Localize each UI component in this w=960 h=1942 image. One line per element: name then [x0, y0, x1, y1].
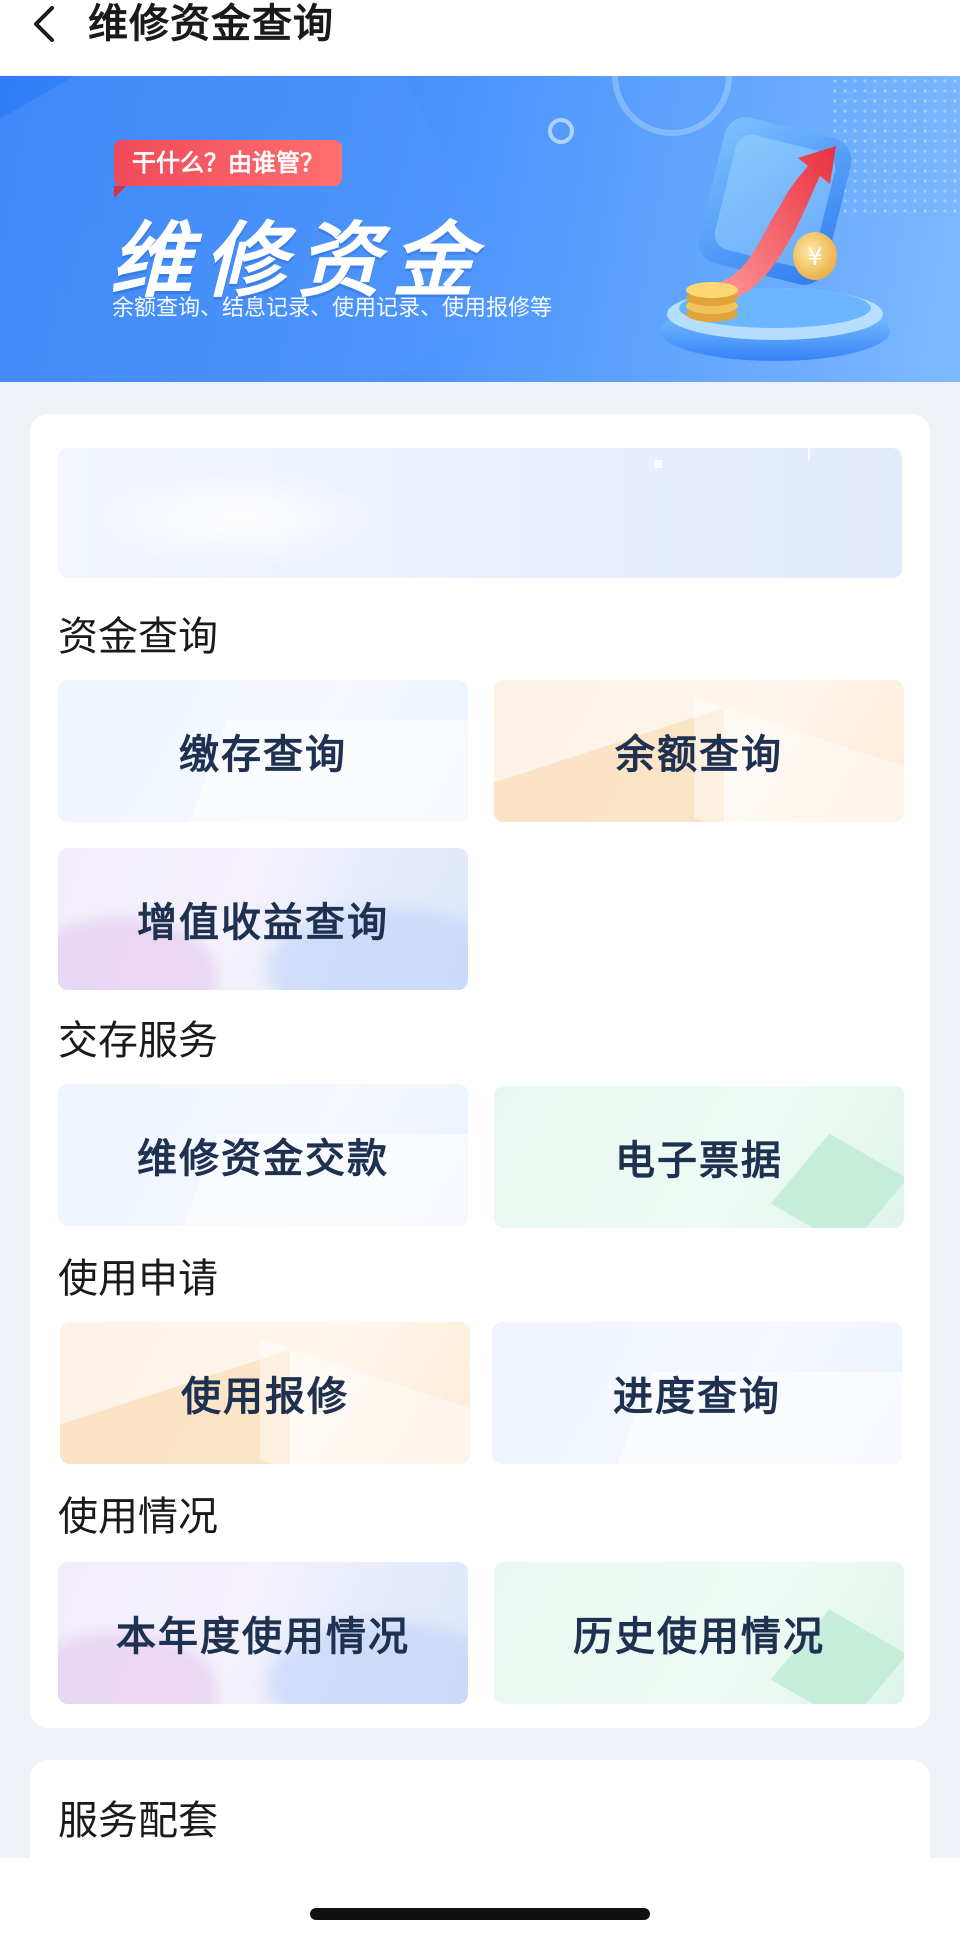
tile-balance-query[interactable]: 余额查询: [494, 680, 904, 822]
tile-repair-request[interactable]: 使用报修: [60, 1322, 470, 1464]
section-title-service: 服务配套: [58, 1798, 218, 1844]
tile-decoration: [770, 1133, 904, 1228]
tile-progress-query[interactable]: 进度查询: [492, 1322, 902, 1464]
svg-text:¥: ¥: [807, 243, 822, 271]
section-title-fund-query: 资金查询: [58, 614, 218, 660]
tile-label: 本年度使用情况: [116, 1614, 410, 1660]
coin-growth-illustration: ¥: [660, 117, 890, 361]
banner-tag: 干什么？由谁管？: [114, 140, 342, 198]
notice-decoration: [654, 460, 662, 468]
tile-label: 进度查询: [613, 1374, 781, 1420]
home-indicator[interactable]: [310, 1908, 650, 1920]
tile-label: 增值收益查询: [137, 900, 389, 946]
tile-label: 使用报修: [181, 1374, 349, 1420]
back-button[interactable]: [30, 0, 90, 48]
notice-blur: [88, 468, 388, 568]
tile-income-query[interactable]: 增值收益查询: [58, 848, 468, 990]
tile-label: 历史使用情况: [573, 1614, 825, 1660]
tile-history-usage[interactable]: 历史使用情况: [494, 1562, 904, 1704]
banner-subtitle: 余额查询、结息记录、使用记录、使用报修等: [112, 296, 553, 321]
bottom-bar: [0, 1858, 960, 1942]
notice-banner[interactable]: [58, 448, 902, 578]
section-title-deposit-service: 交存服务: [58, 1018, 218, 1064]
tile-e-invoice[interactable]: 电子票据: [494, 1086, 904, 1228]
tile-label: 维修资金交款: [137, 1136, 389, 1182]
tile-label: 电子票据: [615, 1138, 783, 1184]
banner-decoration-ring: [548, 118, 574, 144]
tile-label: 缴存查询: [179, 732, 347, 778]
page-title: 维修资金查询: [88, 1, 334, 47]
tile-deposit-query[interactable]: 缴存查询: [58, 680, 468, 822]
nav-bar: 维修资金查询: [0, 0, 960, 76]
section-title-usage-apply: 使用申请: [58, 1256, 218, 1302]
tile-fund-payment[interactable]: 维修资金交款: [58, 1084, 468, 1226]
hero-banner: 干什么？由谁管？ 维修资金 余额查询、结息记录、使用记录、使用报修等 ¥: [0, 76, 960, 382]
section-title-usage-status: 使用情况: [58, 1494, 218, 1540]
tile-label: 余额查询: [615, 732, 783, 778]
chevron-left-icon: [34, 6, 54, 42]
tile-annual-usage[interactable]: 本年度使用情况: [58, 1562, 468, 1704]
notice-decoration-line: [808, 448, 810, 460]
